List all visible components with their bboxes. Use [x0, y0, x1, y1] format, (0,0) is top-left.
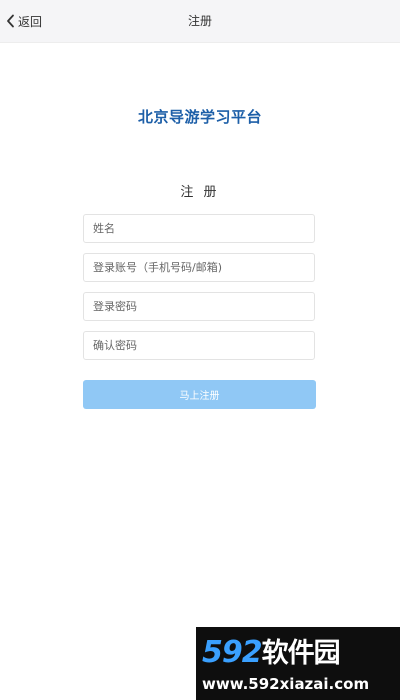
watermark-url: www.592xiazai.com: [202, 675, 370, 693]
password-input[interactable]: [83, 292, 315, 321]
platform-title: 北京导游学习平台: [137, 108, 262, 126]
watermark-name: 软件园: [261, 638, 341, 669]
navigation-bar: 返回 注册: [0, 0, 400, 43]
form-title: 注 册: [180, 185, 220, 200]
watermark-number: 592: [202, 635, 263, 670]
watermark-brand: 592软件园: [202, 631, 341, 670]
name-input[interactable]: [83, 214, 315, 243]
register-screen: 返回 注册 北京导游学习平台 注 册 马上注册 592软件园 www.592xi…: [0, 0, 400, 700]
page-title: 注册: [187, 14, 212, 28]
account-input[interactable]: [83, 253, 315, 282]
confirm-password-input[interactable]: [83, 331, 315, 360]
watermark-logo: 592软件园 www.592xiazai.com: [196, 627, 400, 700]
register-button[interactable]: 马上注册: [83, 380, 316, 409]
